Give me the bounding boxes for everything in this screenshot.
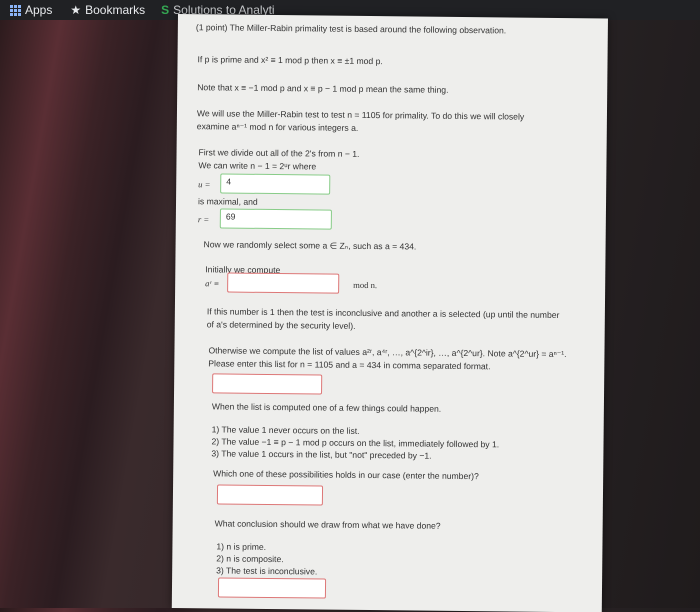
test-line-2: examine aⁿ⁻¹ mod n for various integers … xyxy=(196,121,359,133)
apps-label: Apps xyxy=(25,3,53,17)
conclusion-option-1: 1) n is prime. xyxy=(216,541,267,552)
divide-line-2: We can write n − 1 = 2ᵘr where xyxy=(198,160,317,172)
observation-line: If p is prime and x² ≡ 1 mod p then x ≡ … xyxy=(197,54,383,67)
otherwise-line-2: Please enter this list for n = 1105 and … xyxy=(208,358,491,372)
conclusion-option-2: 2) n is composite. xyxy=(216,553,284,565)
inconclusive-line-1: If this number is 1 then the test is inc… xyxy=(206,306,560,321)
option-3: 3) The value 1 occurs in the list, but "… xyxy=(211,448,432,461)
list-input[interactable] xyxy=(212,373,323,395)
u-label: u = xyxy=(198,179,211,190)
conclusion-question: What conclusion should we draw from what… xyxy=(214,518,441,531)
when-computed-text: When the list is computed one of a few t… xyxy=(211,401,442,414)
apps-grid-icon xyxy=(10,4,21,16)
ar-input[interactable] xyxy=(227,272,340,294)
bookmarks-shortcut[interactable]: ★ Bookmarks xyxy=(70,3,145,17)
bookmarks-label: Bookmarks xyxy=(85,3,146,17)
site-favicon-icon: S xyxy=(161,3,170,17)
r-label: r = xyxy=(197,214,210,225)
option-2: 2) The value −1 ≡ p − 1 mod p occurs on … xyxy=(211,436,500,450)
which-one-text: Which one of these possibilities holds i… xyxy=(213,468,479,482)
u-input[interactable]: 4 xyxy=(220,173,331,195)
ar-label: aʳ ≡ xyxy=(205,278,220,289)
problem-intro: (1 point) The Miller-Rabin primality tes… xyxy=(195,22,507,36)
maximal-text: is maximal, and xyxy=(197,196,258,207)
conclusion-option-3: 3) The test is inconclusive. xyxy=(216,565,318,577)
test-line-1: We will use the Miller-Rabin test to tes… xyxy=(196,108,525,122)
otherwise-line-1: Otherwise we compute the list of values … xyxy=(208,345,567,360)
mod-n-text: mod n. xyxy=(353,279,378,291)
inconclusive-line-2: of a's determined by the security level)… xyxy=(206,319,356,331)
conclusion-input[interactable] xyxy=(217,577,327,599)
select-a-text: Now we randomly select some a ∈ Zₙ, such… xyxy=(203,239,417,252)
apps-shortcut[interactable]: Apps xyxy=(10,3,52,17)
divide-line-1: First we divide out all of the 2's from … xyxy=(198,147,360,159)
option-1: 1) The value 1 never occurs on the list. xyxy=(211,424,360,436)
note-line: Note that x ≡ −1 mod p and x ≡ p − 1 mod… xyxy=(197,82,449,95)
star-icon: ★ xyxy=(70,3,82,17)
possibility-input[interactable] xyxy=(216,484,324,506)
r-input[interactable]: 69 xyxy=(219,208,332,230)
problem-panel: (1 point) The Miller-Rabin primality tes… xyxy=(171,14,608,612)
